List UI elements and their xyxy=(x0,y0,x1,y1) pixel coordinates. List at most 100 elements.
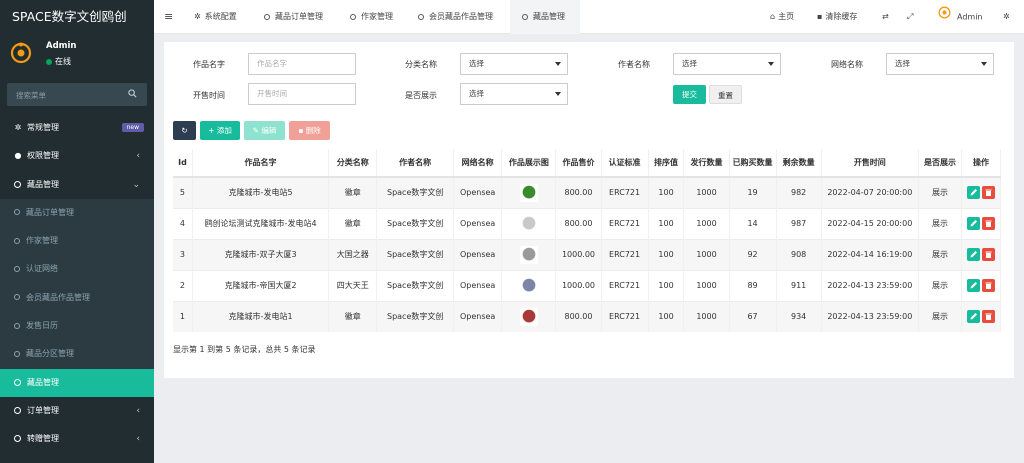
display-filter-value: 选择 xyxy=(469,89,484,98)
sidebar-item-label: 藏品管理 xyxy=(27,377,59,387)
column-header[interactable]: 已购买数量 xyxy=(729,149,777,178)
row-delete-button[interactable] xyxy=(981,217,995,230)
row-delete-button[interactable] xyxy=(981,186,995,200)
artwork-thumbnail[interactable] xyxy=(519,307,538,326)
sidebar-item-label: 常规管理 xyxy=(27,123,59,132)
column-header[interactable]: 开售时间 xyxy=(821,149,919,178)
row-delete-button[interactable] xyxy=(981,310,995,324)
table-row[interactable]: 4 鸥创论坛测试克隆城市-发电站4 徽章 Space数字文创 Opensea 800.00… xyxy=(173,207,1002,239)
author-filter-select[interactable]: 选择 xyxy=(673,53,781,75)
table-row[interactable]: 3 克隆城市-双子大厦3 大国之器 Space数字文创 Opensea 1000.00 ER… xyxy=(173,238,1002,270)
circle-icon xyxy=(14,294,20,301)
app-brand[interactable]: SPACE数字文创鸥创 xyxy=(0,0,154,34)
cell-author: Space数字文创 xyxy=(376,300,455,332)
sidebar-item-collection-manage[interactable]: 藏品管理 xyxy=(0,368,154,397)
sidebar-menu: ✲ 常规管理 new ● 权限管理 ‹ 藏品管理 ⌄ 藏品订单管理 作家管理 认证网… xyxy=(0,114,154,454)
column-header[interactable]: 作品展示图 xyxy=(501,149,557,178)
cell-show[interactable]: 展示 xyxy=(918,238,962,270)
search-icon[interactable] xyxy=(128,89,137,100)
network-filter-select[interactable]: 选择 xyxy=(886,53,994,75)
column-header[interactable]: 操作 xyxy=(961,149,1002,178)
sidebar-item-networks[interactable]: 认证网络 xyxy=(0,255,154,284)
home-link[interactable]: ⌂ 主页 xyxy=(770,0,794,34)
artwork-thumbnail[interactable] xyxy=(519,245,538,264)
column-header[interactable]: 是否展示 xyxy=(918,149,962,178)
edit-button[interactable]: ✎ 编辑 xyxy=(244,121,285,140)
column-header[interactable]: 分类名称 xyxy=(328,149,378,178)
group-icon: ● xyxy=(14,151,22,161)
settings-gear-icon[interactable]: ✲ xyxy=(1003,0,1010,34)
sidebar-item-collection-zones[interactable]: 藏品分区管理 xyxy=(0,340,154,369)
row-delete-button[interactable] xyxy=(981,279,995,292)
sidebar-item-permission[interactable]: ● 权限管理 ‹ xyxy=(0,142,154,170)
cell-show[interactable]: 展示 xyxy=(918,300,962,332)
tab-authors[interactable]: 作家管理 xyxy=(350,0,393,34)
name-filter-input[interactable]: 作品名字 xyxy=(248,53,356,75)
column-header[interactable]: 网络名称 xyxy=(453,149,503,178)
cell-thumbnail xyxy=(501,207,557,239)
sidebar-item-collection-orders[interactable]: 藏品订单管理 xyxy=(0,198,154,228)
user-status: 在线 xyxy=(46,56,71,67)
tab-member-collections[interactable]: 会员藏品作品管理 xyxy=(418,0,493,34)
clear-cache-label: 清除缓存 xyxy=(825,12,858,21)
sale-time-filter-input[interactable]: 开售时间 xyxy=(248,83,356,105)
cell-sort: 100 xyxy=(648,207,685,239)
submit-button[interactable]: 提交 xyxy=(673,85,706,104)
column-header[interactable]: 发行数量 xyxy=(683,149,730,178)
cell-issued: 1000 xyxy=(683,176,730,208)
reset-button[interactable]: 重置 xyxy=(709,85,742,104)
category-filter-select[interactable]: 选择 xyxy=(460,53,568,75)
table-row[interactable]: 2 克隆城市-帝国大厦2 四大天王 Space数字文创 Opensea 1000.00 ER… xyxy=(173,269,1002,301)
collection-table: Id 作品名字 分类名称 作者名称 网络名称 作品展示图 作品售价 认证标准 排序值 发行数量 已购… xyxy=(173,149,1002,332)
clear-cache-button[interactable]: ▪ 清除缓存 xyxy=(817,0,857,34)
column-header[interactable]: 作者名称 xyxy=(376,149,455,178)
admin-menu[interactable]: Admin xyxy=(938,0,983,34)
table-row[interactable]: 5 克隆城市-发电站5 徽章 Space数字文创 Opensea 800.00 ERC721… xyxy=(173,176,1002,208)
sidebar-item-general[interactable]: ✲ 常规管理 new xyxy=(0,114,154,142)
display-filter-label: 是否展示 xyxy=(405,91,437,100)
menu-search-input[interactable]: 搜索菜单 xyxy=(7,83,147,106)
column-header[interactable]: 作品售价 xyxy=(555,149,602,178)
cell-show[interactable]: 展示 xyxy=(918,176,962,208)
column-header[interactable]: 排序值 xyxy=(648,149,685,178)
artwork-thumbnail[interactable] xyxy=(519,183,538,202)
display-filter-select[interactable]: 选择 xyxy=(460,83,568,105)
tab-label: 会员藏品作品管理 xyxy=(429,12,493,21)
tab-system-config[interactable]: ✲ 系统配置 xyxy=(194,0,237,34)
row-edit-button[interactable] xyxy=(966,186,980,200)
sidebar-item-transfers[interactable]: 转赠管理 ‹ xyxy=(0,425,154,453)
tab-collection-orders[interactable]: 藏品订单管理 xyxy=(264,0,323,34)
row-edit-button[interactable] xyxy=(966,217,980,230)
column-header[interactable]: Id xyxy=(173,149,193,178)
cell-show[interactable]: 展示 xyxy=(918,269,962,301)
menu-toggle-icon[interactable]: ≡ xyxy=(164,0,173,34)
cell-name: 克隆城市-发电站5 xyxy=(192,176,330,208)
column-header[interactable]: 认证标准 xyxy=(601,149,649,178)
refresh-button[interactable]: ↻ xyxy=(173,121,196,140)
sidebar-item-authors[interactable]: 作家管理 xyxy=(0,227,154,256)
row-edit-button[interactable] xyxy=(966,279,980,292)
row-edit-button[interactable] xyxy=(966,248,980,261)
column-header[interactable]: 剩余数量 xyxy=(776,149,822,178)
artwork-thumbnail[interactable] xyxy=(519,276,538,295)
row-edit-button[interactable] xyxy=(966,310,980,324)
fullscreen-icon[interactable]: ⤢ xyxy=(907,0,913,34)
table-row[interactable]: 1 克隆城市-发电站1 徽章 Space数字文创 Opensea 800.00 ERC721… xyxy=(173,300,1002,332)
user-panel: Admin 在线 xyxy=(0,34,154,78)
artwork-thumbnail[interactable] xyxy=(519,214,538,233)
cell-show[interactable]: 展示 xyxy=(918,207,962,239)
row-delete-button[interactable] xyxy=(981,248,995,261)
cell-issued: 1000 xyxy=(683,269,730,301)
user-name: Admin xyxy=(46,41,77,51)
column-header[interactable]: 作品名字 xyxy=(192,149,330,178)
cell-bought: 92 xyxy=(729,238,777,270)
pencil-icon: ✎ xyxy=(252,126,259,135)
sidebar-item-sale-calendar[interactable]: 发售日历 xyxy=(0,312,154,341)
add-button[interactable]: + 添加 xyxy=(200,121,240,140)
sidebar-item-collection[interactable]: 藏品管理 ⌄ xyxy=(0,171,154,199)
sidebar-item-orders[interactable]: 订单管理 ‹ xyxy=(0,397,154,425)
translate-icon[interactable]: ⇄ xyxy=(882,0,889,34)
delete-button[interactable]: ▪ 删除 xyxy=(289,121,330,140)
tab-collection-manage[interactable]: 藏品管理 xyxy=(510,0,580,34)
sidebar-item-member-collections[interactable]: 会员藏品作品管理 xyxy=(0,283,154,313)
